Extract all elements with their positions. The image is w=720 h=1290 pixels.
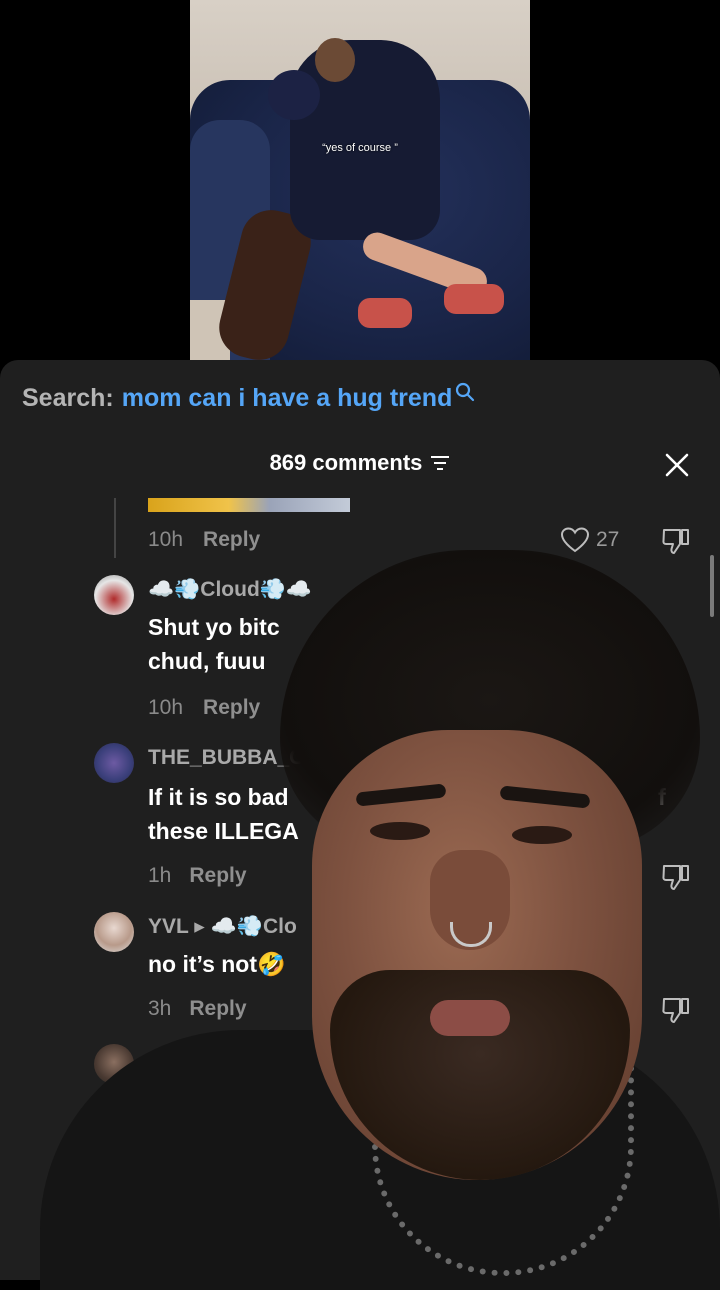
red-shoe (358, 298, 412, 328)
search-suggestion[interactable]: Search: mom can i have a hug trend (22, 382, 476, 413)
comment-username[interactable]: ☁️💨Cloud💨☁️ (148, 578, 312, 602)
dislike-icon[interactable] (660, 526, 692, 556)
comment-text-end: f (658, 784, 666, 810)
comment-time: 10h (148, 528, 184, 551)
comment-meta: 10h Reply (148, 696, 260, 720)
like-count: 27 (596, 528, 620, 551)
comment-time: 10h (148, 696, 184, 719)
thread-line (114, 498, 116, 558)
like-button[interactable]: 27 (560, 526, 619, 554)
search-icon (456, 382, 475, 401)
scrollbar[interactable] (710, 555, 714, 617)
avatar[interactable] (94, 1044, 134, 1084)
close-icon[interactable] (664, 452, 690, 478)
heart-icon (560, 527, 590, 553)
comment-text: chud, fuuu (148, 648, 266, 674)
comment-text: yo (148, 1084, 175, 1110)
comments-header: 869 comments (0, 450, 720, 476)
comment-meta: 10h Reply (148, 528, 260, 552)
comment-username[interactable]: YVL ▸ ☁️💨Clo (148, 914, 297, 939)
comment-meta: 3h Reply (148, 997, 247, 1021)
filter-icon[interactable] (430, 454, 450, 472)
comment-text: no it’s not🤣 (148, 951, 286, 977)
comment-meta: 1h Reply (148, 864, 247, 888)
mother-head (315, 38, 355, 82)
reply-button[interactable]: Reply (189, 997, 246, 1020)
avatar[interactable] (94, 575, 134, 615)
comment-username[interactable]: THE_BUBBA_G (148, 746, 306, 770)
avatar[interactable] (94, 912, 134, 952)
comment-time: 1h (148, 864, 172, 887)
comments-sheet: Search: mom can i have a hug trend 869 c… (0, 360, 720, 1280)
avatar[interactable] (94, 743, 134, 783)
dislike-icon[interactable] (660, 995, 692, 1025)
video-player[interactable]: “yes of course ” (190, 0, 530, 360)
reply-button[interactable]: Reply (203, 696, 260, 719)
comments-count: 869 comments (269, 450, 423, 475)
video-caption: “yes of course ” (322, 142, 398, 154)
comment-username[interactable]: choppedfoo ▸ (148, 1046, 285, 1071)
reply-button[interactable]: Reply (203, 528, 260, 551)
red-shoe (444, 284, 504, 314)
hugging-figure (290, 40, 440, 240)
search-term[interactable]: mom can i have a hug trend (122, 384, 453, 413)
comment-text: Shut yo bitc (148, 614, 280, 640)
comment-image-strip (148, 498, 350, 512)
comment-time: 3h (148, 997, 172, 1020)
comment-text: these ILLEGA (148, 818, 299, 844)
search-prefix: Search: (22, 384, 114, 412)
child-head (268, 70, 320, 120)
reply-button[interactable]: Reply (189, 864, 246, 887)
dislike-icon[interactable] (660, 862, 692, 892)
comment-text: If it is so bad (148, 784, 289, 810)
